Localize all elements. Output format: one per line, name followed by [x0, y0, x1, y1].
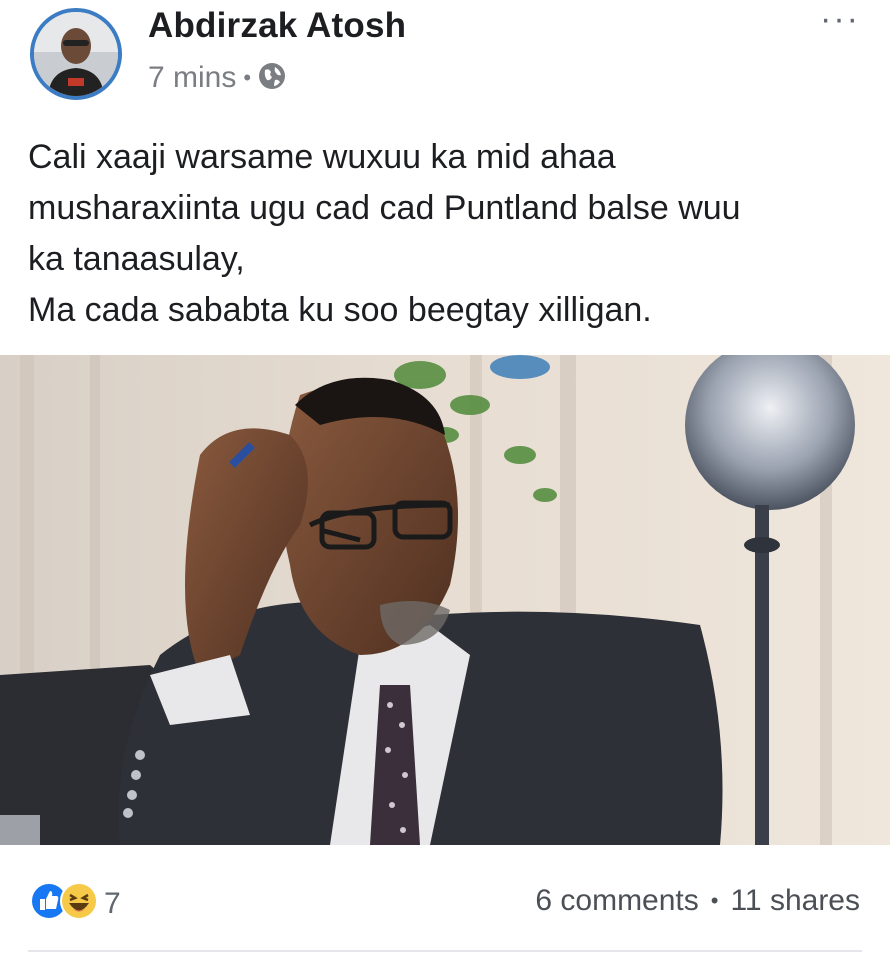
post-text-line: Cali xaaji warsame wuxuu ka mid ahaa — [28, 138, 616, 176]
post-footer: 7 6 comments • 11 shares — [0, 870, 890, 934]
comments-link[interactable]: 6 comments — [535, 884, 698, 918]
reactions-summary[interactable]: 7 — [30, 882, 121, 925]
engagement-stats: 6 comments • 11 shares — [535, 884, 860, 918]
post-meta: 7 mins • — [148, 60, 287, 96]
post-text-line: musharaxiinta ugu cad cad Puntland balse… — [28, 189, 741, 227]
post-text-line: Ma cada sababta ku soo beegtay xilligan. — [28, 291, 652, 329]
post-photo[interactable] — [0, 355, 890, 845]
post-time[interactable]: 7 mins — [148, 61, 236, 95]
post-text: Cali xaaji warsame wuxuu ka mid ahaa mus… — [28, 132, 868, 336]
author-name[interactable]: Abdirzak Atosh — [148, 6, 406, 46]
shares-link[interactable]: 11 shares — [730, 884, 860, 918]
reaction-count: 7 — [104, 886, 121, 920]
post-header: Abdirzak Atosh 7 mins • ··· — [0, 0, 890, 120]
stats-separator: • — [710, 888, 719, 913]
haha-icon — [60, 882, 98, 925]
footer-divider — [28, 950, 862, 952]
more-options-button[interactable]: ··· — [820, 0, 860, 39]
meta-separator: • — [243, 65, 252, 90]
avatar[interactable] — [30, 8, 122, 100]
post-text-line: ka tanaasulay, — [28, 240, 245, 278]
globe-icon — [257, 61, 287, 96]
